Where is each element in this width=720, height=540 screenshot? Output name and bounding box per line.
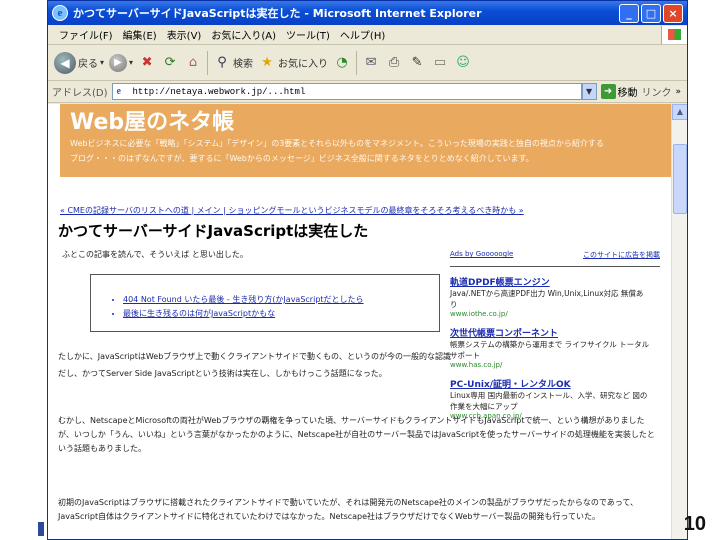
back-label: 戻る bbox=[78, 59, 98, 70]
ad-title[interactable]: PC-Unix/証明・レンタルOK bbox=[450, 377, 650, 390]
go-button[interactable]: ➜ 移動 bbox=[600, 84, 638, 99]
ads-panel: Ads by Gooooogle このサイトに広告を掲載 軌道DPDF帳票エンジ… bbox=[450, 250, 660, 420]
search-label: 検索 bbox=[233, 59, 254, 70]
dropdown-arrow-icon: ▾ bbox=[100, 58, 105, 67]
ad-url[interactable]: www.iothe.co.jp/ bbox=[450, 310, 650, 318]
home-icon[interactable]: ⌂ bbox=[184, 54, 202, 72]
ads-advertise-link[interactable]: このサイトに広告を掲載 bbox=[583, 250, 660, 260]
ie-window: e かつてサーバーサイドJavaScriptは実在した - Microsoft … bbox=[47, 0, 688, 540]
ie-icon: e bbox=[52, 5, 68, 21]
edit-icon[interactable]: ✎ bbox=[408, 54, 426, 72]
ad-title[interactable]: 次世代帳票コンポーネント bbox=[450, 326, 650, 339]
title-bar: e かつてサーバーサイドJavaScriptは実在した - Microsoft … bbox=[48, 1, 687, 25]
post-navigation[interactable]: « CMEの記録サーバのリストへの道 | メイン | ショッピングモールというビ… bbox=[60, 205, 580, 216]
slide-left-mark bbox=[38, 522, 44, 536]
quote-box: 404 Not Found いたら最後 - 生き残り方(かJavaScriptだ… bbox=[90, 274, 440, 332]
go-label: 移動 bbox=[617, 88, 638, 99]
discuss-icon[interactable]: ▭ bbox=[431, 54, 449, 72]
favorites-label: お気に入り bbox=[278, 59, 329, 70]
site-description: Webビジネスに必要な「戦略」「システム」「デザイン」の3要素とそれら以外ものを… bbox=[70, 139, 604, 148]
back-button[interactable]: ◀ 戻る ▾ bbox=[54, 51, 105, 74]
ad-desc: 帳票システムの構築から運用まで ライフサイクル トータルサポート bbox=[450, 340, 650, 360]
address-input[interactable]: http://netaya.webwork.jp/...html bbox=[111, 83, 582, 100]
article-paragraph: 初期のJavaScriptはブラウザに搭載されたクライアントサイドで動いていたが… bbox=[58, 498, 639, 521]
menu-file[interactable]: ファイル(F) bbox=[54, 27, 118, 42]
article-paragraph: むかし、NetscapeとMicrosoftの両社がWebブラウザの覇権を争って… bbox=[58, 416, 655, 453]
scroll-up-arrow[interactable]: ▲ bbox=[672, 104, 687, 120]
search-icon: ⚲ bbox=[217, 55, 227, 70]
close-button[interactable]: × bbox=[663, 3, 683, 23]
dropdown-arrow-icon: ▾ bbox=[129, 58, 134, 67]
messenger-icon[interactable]: ☺ bbox=[454, 54, 472, 72]
web-page: Web屋のネタ帳 Webビジネスに必要な「戦略」「システム」「デザイン」の3要素… bbox=[60, 104, 672, 177]
mail-icon[interactable]: ✉ bbox=[362, 54, 380, 72]
article-intro: ふとこの記事を読んで、そういえば と思い出した。 bbox=[62, 250, 248, 259]
maximize-button[interactable]: □ bbox=[641, 3, 661, 23]
menu-tools[interactable]: ツール(T) bbox=[281, 27, 335, 42]
ad-desc: Linux専用 国内最新のインストール、入学、研究など 図の作業を大幅にアップ bbox=[450, 391, 648, 411]
address-label: アドレス(D) bbox=[52, 88, 108, 99]
quote-link[interactable]: 404 Not Found いたら最後 - 生き残り方(かJavaScriptだ… bbox=[123, 293, 439, 307]
site-description-2: ブログ・・・のはずなんですが、要するに「Webからのメッセージ」ビジネス全般に関… bbox=[70, 154, 534, 163]
menu-favorites[interactable]: お気に入り(A) bbox=[206, 27, 281, 42]
page-viewport: Web屋のネタ帳 Webビジネスに必要な「戦略」「システム」「デザイン」の3要素… bbox=[48, 104, 687, 539]
forward-button[interactable]: ▶ ▾ bbox=[109, 53, 134, 72]
ads-by-link[interactable]: Ads by Gooooogle bbox=[450, 250, 513, 260]
article-paragraph: たしかに、JavaScriptはWebブラウザ上で動くクライアントサイドで動くも… bbox=[58, 352, 451, 378]
favorites-button[interactable]: ★ お気に入り bbox=[258, 54, 328, 72]
history-icon[interactable]: ◔ bbox=[333, 54, 351, 72]
ad-title[interactable]: 軌道DPDF帳票エンジン bbox=[450, 275, 650, 288]
forward-arrow-icon: ▶ bbox=[109, 53, 128, 72]
ad-item: 次世代帳票コンポーネント 帳票システムの構築から運用まで ライフサイクル トータ… bbox=[450, 326, 650, 369]
vertical-scrollbar[interactable]: ▲ bbox=[671, 104, 687, 539]
minimize-button[interactable]: _ bbox=[619, 3, 639, 23]
window-title: かつてサーバーサイドJavaScriptは実在した - Microsoft In… bbox=[73, 7, 482, 20]
windows-flag-icon bbox=[661, 25, 687, 44]
toolbar: ◀ 戻る ▾ ▶ ▾ ✖ ⟳ ⌂ ⚲ 検索 ★ お気に入り ◔ ✉ ⎙ ✎ ▭ … bbox=[48, 45, 687, 81]
site-title[interactable]: Web屋のネタ帳 bbox=[70, 110, 662, 136]
ad-desc: Java/.NETから高速PDF出力 Win,Unix,Linux対応 無償あり bbox=[450, 289, 644, 309]
toolbar-separator bbox=[207, 50, 209, 75]
slide-number: 10 bbox=[683, 513, 706, 535]
address-dropdown[interactable]: ▼ bbox=[581, 83, 597, 100]
search-button[interactable]: ⚲ 検索 bbox=[213, 54, 253, 72]
menu-bar: ファイル(F) 編集(E) 表示(V) お気に入り(A) ツール(T) ヘルプ(… bbox=[48, 25, 687, 45]
menu-view[interactable]: 表示(V) bbox=[162, 27, 207, 42]
toolbar-separator bbox=[356, 50, 358, 75]
refresh-icon[interactable]: ⟳ bbox=[161, 54, 179, 72]
chevron-right-icon[interactable]: » bbox=[676, 87, 682, 97]
stop-icon[interactable]: ✖ bbox=[138, 54, 156, 72]
back-arrow-icon: ◀ bbox=[54, 51, 76, 74]
menu-edit[interactable]: 編集(E) bbox=[118, 27, 162, 42]
site-banner: Web屋のネタ帳 Webビジネスに必要な「戦略」「システム」「デザイン」の3要素… bbox=[60, 104, 672, 177]
star-icon: ★ bbox=[261, 55, 273, 70]
scroll-thumb[interactable] bbox=[673, 144, 687, 214]
ad-url[interactable]: www.has.co.jp/ bbox=[450, 361, 650, 369]
print-icon[interactable]: ⎙ bbox=[385, 54, 403, 72]
links-label[interactable]: リンク bbox=[642, 84, 672, 99]
ad-item: 軌道DPDF帳票エンジン Java/.NETから高速PDF出力 Win,Unix… bbox=[450, 275, 650, 318]
article-title: かつてサーバーサイドJavaScriptは実在した bbox=[58, 222, 369, 240]
menu-help[interactable]: ヘルプ(H) bbox=[335, 27, 390, 42]
quote-link[interactable]: 最後に生き残るのは何がJavaScriptかもな bbox=[123, 307, 439, 321]
address-bar: アドレス(D) http://netaya.webwork.jp/...html… bbox=[48, 81, 687, 103]
go-arrow-icon: ➜ bbox=[600, 84, 616, 99]
